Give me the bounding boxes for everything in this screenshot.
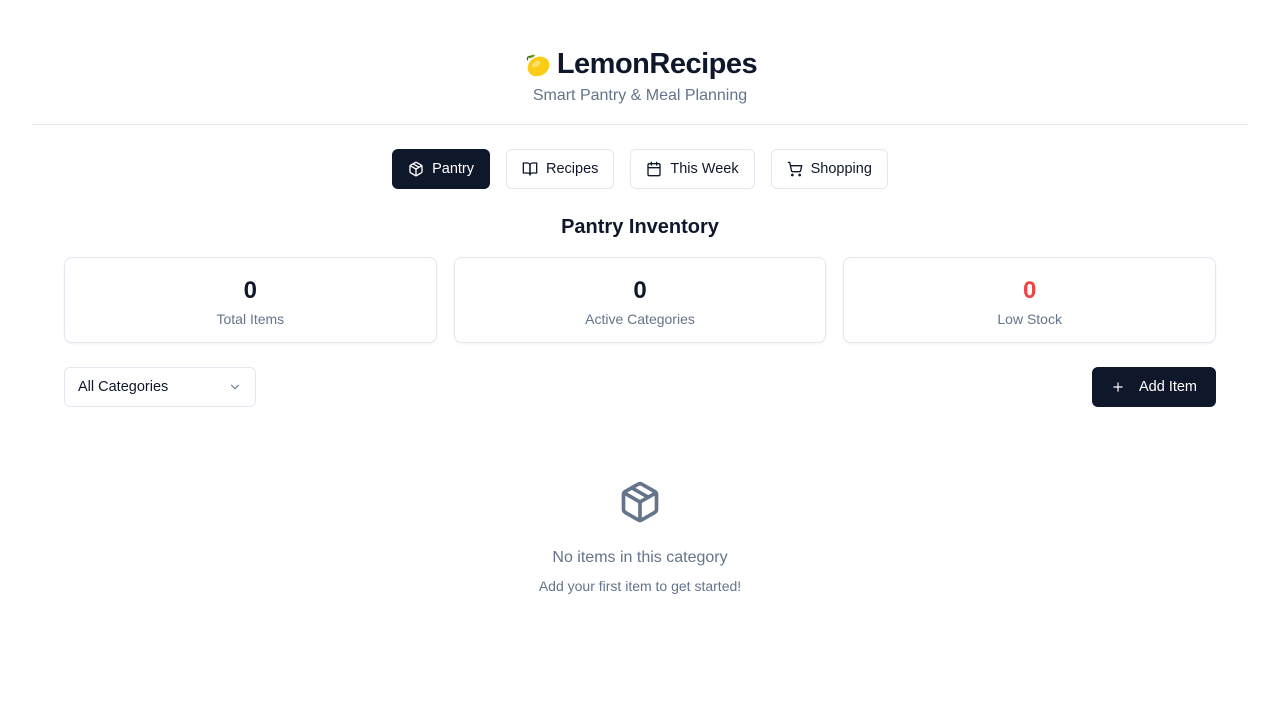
stats-row: 0 Total Items 0 Active Categories 0 Low …	[64, 257, 1217, 343]
stat-card-active-categories: 0 Active Categories	[453, 257, 827, 343]
stat-value: 0	[243, 277, 258, 304]
section-title: Pantry Inventory	[561, 216, 719, 238]
stat-card-low-stock: 0 Low Stock	[843, 257, 1217, 343]
tab-label: Pantry	[432, 161, 474, 177]
stat-label: Low Stock	[997, 311, 1062, 327]
app-title: LemonRecipes	[556, 48, 758, 80]
package-icon	[621, 481, 659, 523]
stat-label: Total Items	[216, 311, 285, 327]
chevron-down-icon	[230, 384, 240, 390]
app-subtitle: Smart Pantry & Meal Planning	[532, 87, 748, 104]
plus-icon	[1113, 382, 1123, 392]
add-item-label: Add Item	[1138, 379, 1198, 395]
tab-label: Shopping	[810, 161, 872, 177]
add-item-button[interactable]: Add Item	[1092, 367, 1216, 407]
stat-label: Active Categories	[585, 311, 695, 327]
package-icon	[409, 161, 423, 177]
book-open-icon	[522, 162, 538, 176]
empty-state-message: No items in this category	[552, 549, 728, 566]
calendar-icon	[647, 161, 662, 177]
stat-value: 0	[633, 277, 647, 304]
empty-state-hint: Add your first item to get started!	[538, 578, 742, 594]
lemon-icon	[526, 54, 550, 76]
stat-value: 0	[1023, 277, 1037, 304]
category-select[interactable]: All Categories	[64, 367, 256, 407]
brand: LemonRecipes	[32, 48, 1248, 81]
category-select-value: All Categories	[78, 379, 169, 395]
app-header: LemonRecipes Smart Pantry & Meal Plannin…	[32, 0, 1248, 125]
shopping-cart-icon	[787, 161, 803, 177]
tab-recipes[interactable]: Recipes	[506, 149, 615, 189]
empty-state: No items in this category Add your first…	[0, 480, 1280, 594]
main-nav: Pantry Recipes This Week Shopping	[0, 149, 1280, 189]
stat-card-total-items: 0 Total Items	[64, 257, 437, 343]
tab-shopping[interactable]: Shopping	[770, 149, 888, 189]
tab-label: This Week	[670, 161, 739, 177]
tab-this-week[interactable]: This Week	[630, 149, 755, 189]
tab-pantry[interactable]: Pantry	[392, 149, 490, 189]
tab-label: Recipes	[546, 161, 599, 177]
